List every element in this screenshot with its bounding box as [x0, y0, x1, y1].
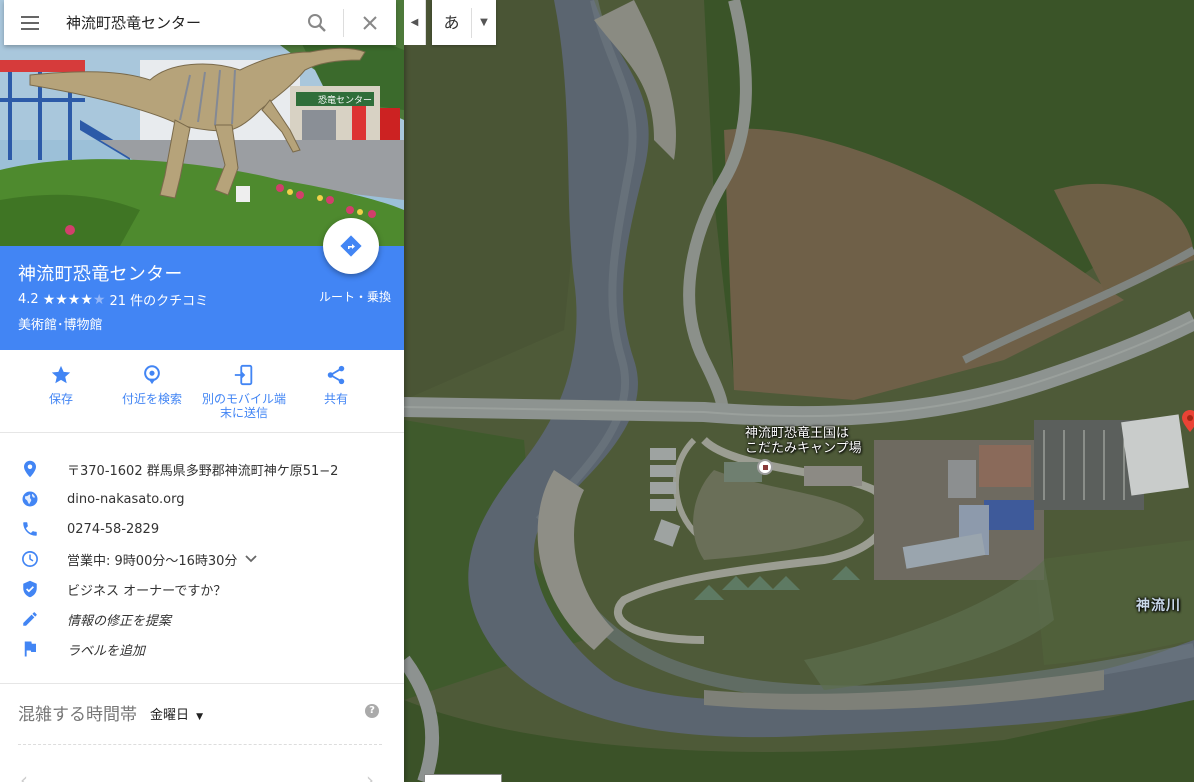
rating-value: 4.2	[18, 292, 39, 307]
phone-row[interactable]: 0274-58-2829	[0, 514, 404, 544]
popular-times-section: 混雑する時間帯 金曜日 ▼ ? ‹ ›	[0, 683, 404, 782]
search-nearby-button[interactable]: 付近を検索	[106, 362, 198, 406]
camp-marker-icon[interactable]	[757, 459, 773, 475]
globe-icon	[22, 491, 38, 507]
search-input[interactable]	[56, 2, 291, 43]
rating-row[interactable]: 4.2 ★★★★★ 21 件のクチコミ	[18, 290, 208, 310]
claim-business-row[interactable]: ビジネス オーナーですか？	[0, 574, 404, 604]
claim-text: ビジネス オーナーですか？	[67, 583, 227, 599]
river-label: 神流川	[1136, 598, 1181, 614]
search-box	[4, 0, 396, 45]
camp-label[interactable]: 神流町恐竜王国は こだたみキャンプ場	[745, 426, 862, 456]
collapse-panel-button[interactable]: ◀	[404, 0, 426, 45]
chevron-down-icon[interactable]: ▼	[472, 17, 496, 28]
place-title: 神流町恐竜センター	[18, 264, 183, 285]
directions-icon	[340, 235, 362, 257]
location-pin-icon	[24, 460, 36, 478]
flag-icon	[24, 641, 36, 657]
directions-button[interactable]	[323, 218, 379, 274]
input-language-button[interactable]: あ ▼	[432, 0, 496, 45]
clock-icon	[22, 551, 38, 567]
day-selector[interactable]: 金曜日 ▼	[150, 704, 203, 723]
camp-label-line2: こだたみキャンプ場	[745, 441, 862, 456]
search-nearby-label: 付近を検索	[121, 392, 182, 406]
address-text: 〒370-1602 群馬県多野郡神流町神ケ原51−2	[67, 463, 339, 479]
ime-char: あ	[432, 7, 472, 38]
add-label-text: ラベルを追加	[67, 643, 146, 659]
ime-toolbar: ◀ あ ▼	[404, 0, 496, 45]
day-selector-label: 金曜日	[150, 708, 190, 723]
phone-text: 0274-58-2829	[67, 521, 160, 537]
place-category[interactable]: 美術館･博物館	[18, 314, 103, 333]
camp-label-line1: 神流町恐竜王国は	[745, 426, 850, 441]
close-icon	[363, 15, 377, 30]
menu-icon[interactable]	[4, 0, 56, 45]
place-panel: 恐竜センター 神流町恐竜センター 神流町恐竜センター 4.2 ★★★★★ 21 …	[0, 0, 404, 782]
pencil-icon	[23, 612, 37, 626]
phone-icon	[23, 522, 37, 536]
next-day-icon[interactable]: ›	[366, 768, 374, 782]
verified-shield-icon	[23, 580, 37, 598]
hero-sign: 恐竜センター	[318, 94, 372, 106]
nearby-search-icon	[144, 365, 160, 385]
satellite-imagery	[404, 0, 1194, 782]
action-bar: 保存 付近を検索 別のモバイル端末に送信 共有	[0, 350, 404, 433]
send-to-device-icon	[234, 364, 253, 386]
scale-control[interactable]	[424, 774, 502, 782]
share-button[interactable]: 共有	[290, 362, 382, 406]
directions-label[interactable]: ルート・乗換	[310, 288, 400, 305]
hours-text: 営業中: 9時00分～16時30分	[67, 550, 237, 569]
star-icon	[51, 365, 71, 384]
website-row[interactable]: dino-nakasato.org	[0, 484, 404, 514]
suggest-edit-row[interactable]: 情報の修正を提案	[0, 604, 404, 634]
send-to-device-label: 別のモバイル端末に送信	[201, 392, 286, 420]
review-count-link[interactable]: 21 件のクチコミ	[109, 290, 208, 309]
satellite-map[interactable]: 神流町恐竜王国は こだたみキャンプ場 神流川	[404, 0, 1194, 782]
chevron-down-icon[interactable]	[245, 555, 258, 563]
divider	[18, 744, 382, 745]
suggest-edit-text: 情報の修正を提案	[67, 613, 172, 629]
help-icon[interactable]: ?	[365, 704, 379, 718]
address-row[interactable]: 〒370-1602 群馬県多野郡神流町神ケ原51−2	[0, 454, 404, 484]
search-button[interactable]	[291, 0, 343, 45]
hours-row[interactable]: 営業中: 9時00分～16時30分	[0, 544, 404, 574]
hours-range: 9時00分～16時30分	[114, 553, 238, 569]
save-button[interactable]: 保存	[15, 362, 107, 406]
rating-stars: ★★★★★	[42, 291, 106, 308]
share-icon	[327, 365, 345, 385]
website-text: dino-nakasato.org	[67, 491, 185, 507]
popular-times-title: 混雑する時間帯	[18, 705, 137, 725]
place-marker-icon[interactable]	[1182, 410, 1194, 432]
hours-status: 営業中:	[67, 553, 111, 569]
save-label: 保存	[48, 392, 73, 406]
caret-down-icon: ▼	[196, 712, 204, 722]
share-label: 共有	[323, 392, 348, 406]
send-to-device-button[interactable]: 別のモバイル端末に送信	[198, 362, 290, 420]
search-icon	[308, 13, 326, 32]
clear-search-button[interactable]	[344, 0, 396, 45]
add-label-row[interactable]: ラベルを追加	[0, 634, 404, 664]
previous-day-icon[interactable]: ‹	[20, 768, 28, 782]
